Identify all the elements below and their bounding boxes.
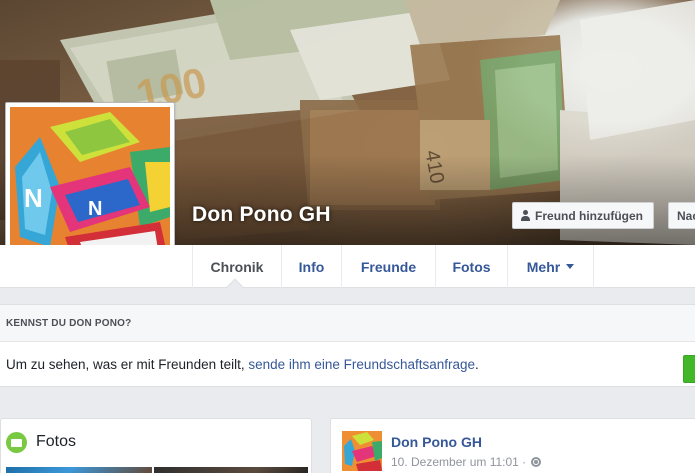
friend-suggestion-box: KENNST DU DON PONO? Um zu sehen, was er … xyxy=(0,304,695,387)
post-avatar-art xyxy=(342,431,382,471)
friend-suggestion-text-before: Um zu sehen, was er mit Freunden teilt, xyxy=(6,357,245,372)
message-label: Nachricht xyxy=(677,208,695,223)
add-friend-button[interactable]: Freund hinzufügen xyxy=(512,202,654,229)
post-card: Don Pono GH 10. Dezember um 11:01 · xyxy=(330,418,695,473)
photos-icon xyxy=(6,432,27,453)
tab-mehr[interactable]: Mehr xyxy=(508,245,594,288)
tab-mehr-label: Mehr xyxy=(526,258,561,275)
tab-info-label: Info xyxy=(298,258,325,275)
tab-chronik-label: Chronik xyxy=(210,258,264,275)
post-author-name[interactable]: Don Pono GH xyxy=(391,434,482,450)
globe-icon xyxy=(531,457,542,467)
post-meta: 10. Dezember um 11:01 · xyxy=(391,455,542,469)
profile-tab-bar: Chronik Info Freunde Fotos Mehr xyxy=(0,245,695,288)
post-author-avatar[interactable] xyxy=(342,431,382,471)
post-timestamp[interactable]: 10. Dezember um 11:01 · xyxy=(391,455,526,469)
add-friend-icon xyxy=(521,210,531,221)
photo-thumbnail[interactable] xyxy=(6,467,152,473)
chevron-down-icon xyxy=(566,264,575,269)
profile-name[interactable]: Don Pono GH xyxy=(192,203,331,227)
svg-text:N: N xyxy=(24,183,43,213)
photos-card: Fotos xyxy=(0,418,312,473)
sneakers-art: N N N xyxy=(10,107,170,267)
friend-suggestion-text: Um zu sehen, was er mit Freunden teilt, … xyxy=(0,342,695,387)
send-friend-request-link[interactable]: sende ihm eine Freundschaftsanfrage xyxy=(248,357,475,372)
add-friend-label: Freund hinzufügen xyxy=(535,208,643,223)
tab-freunde-label: Freunde xyxy=(360,258,417,275)
svg-text:N: N xyxy=(88,198,102,220)
profile-picture-image: N N N xyxy=(10,107,170,267)
add-friend-green-button[interactable] xyxy=(683,355,695,383)
tab-info[interactable]: Info xyxy=(282,245,342,288)
message-button[interactable]: Nachricht xyxy=(668,202,695,229)
tab-fotos-label: Fotos xyxy=(452,258,491,275)
friend-suggestion-text-after: . xyxy=(475,357,479,372)
facebook-profile-page: 100 410 Don Pono GH Freund hinzufügen Na… xyxy=(0,0,695,473)
photo-thumbnail[interactable] xyxy=(154,467,308,473)
photos-card-title[interactable]: Fotos xyxy=(36,433,76,451)
friend-suggestion-heading: KENNST DU DON PONO? xyxy=(0,305,695,342)
tab-freunde[interactable]: Freunde xyxy=(342,245,436,288)
tab-fotos[interactable]: Fotos xyxy=(436,245,508,288)
